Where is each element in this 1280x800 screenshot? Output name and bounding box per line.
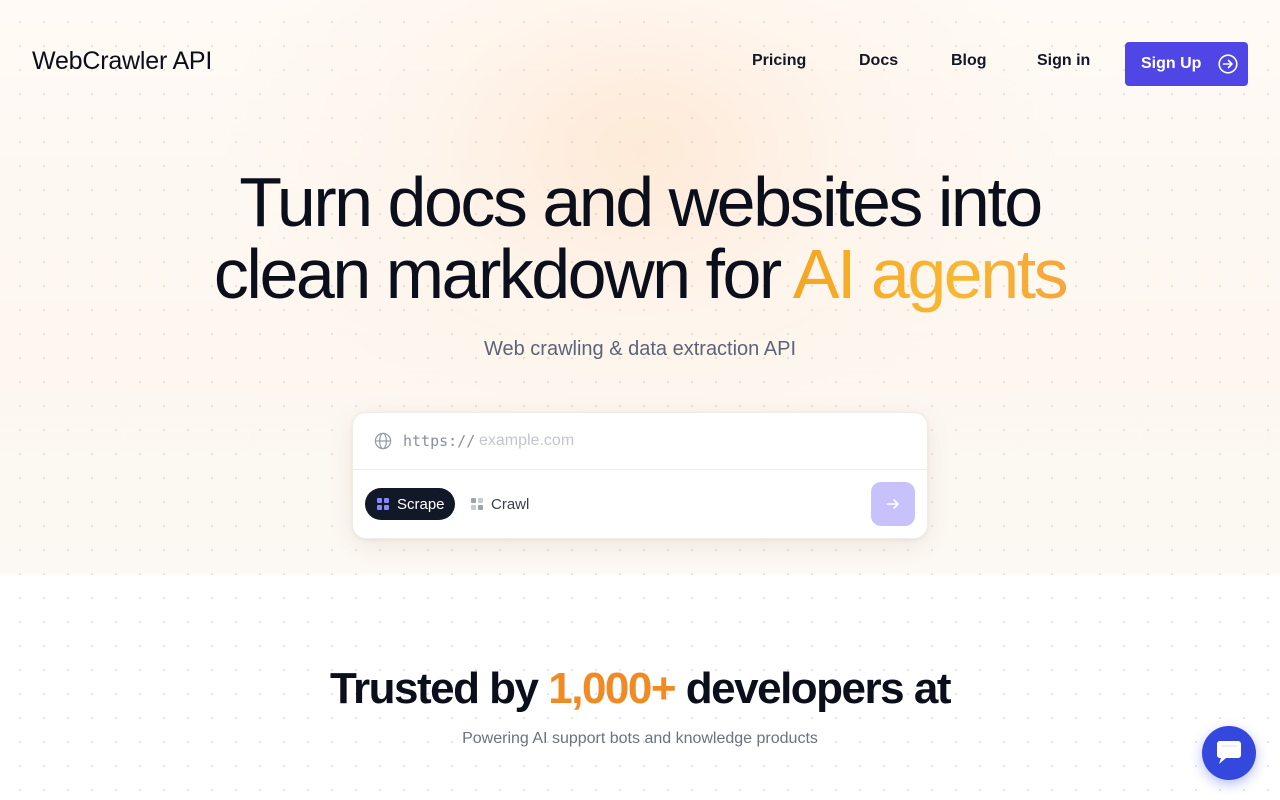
headline-accent: AI agents [792,235,1069,313]
headline-line-2: clean markdown for [213,235,793,313]
mode-scrape-label: Scrape [397,495,445,513]
trusted-heading: Trusted by 1,000+ developers at [0,664,1280,714]
chat-bubble-icon [1217,741,1241,764]
trusted-prefix: Trusted by [330,664,549,713]
chat-widget-button[interactable] [1202,726,1256,780]
arrow-right-circle-icon [1218,54,1238,74]
sign-up-button[interactable]: Sign Up [1125,42,1248,86]
submit-button[interactable] [871,482,915,526]
trusted-suffix: developers at [675,664,952,713]
nav-blog[interactable]: Blog [951,52,987,70]
grid-icon [471,498,483,510]
hero-subhead: Web crawling & data extraction API [483,338,796,360]
trusted-subtitle: Powering AI support bots and knowledge p… [462,730,818,747]
sign-up-label: Sign Up [1141,55,1202,72]
url-input[interactable] [479,429,899,453]
nav-pricing[interactable]: Pricing [752,52,806,70]
url-scheme: https:// [403,432,476,450]
nav-docs[interactable]: Docs [859,52,898,70]
grid-icon [377,498,389,510]
globe-icon [374,432,392,450]
mode-crawl-label: Crawl [491,495,530,513]
developer-count: 1,000+ [548,664,676,713]
site-header: WebCrawler API Pricing Docs Blog Sign in… [0,0,1280,128]
brand-logo[interactable]: WebCrawler API [32,47,212,76]
hero-headline: Turn docs and websites into clean markdo… [0,166,1280,310]
url-row: https:// [353,413,927,470]
mode-crawl-button[interactable]: Crawl [465,488,545,520]
nav-sign-in[interactable]: Sign in [1037,52,1090,70]
crawl-form-card: https:// Scrape Crawl [352,412,928,539]
headline-line-1: Turn docs and websites into [239,163,1043,241]
arrow-right-icon [886,499,899,509]
mode-scrape-button[interactable]: Scrape [365,488,455,520]
